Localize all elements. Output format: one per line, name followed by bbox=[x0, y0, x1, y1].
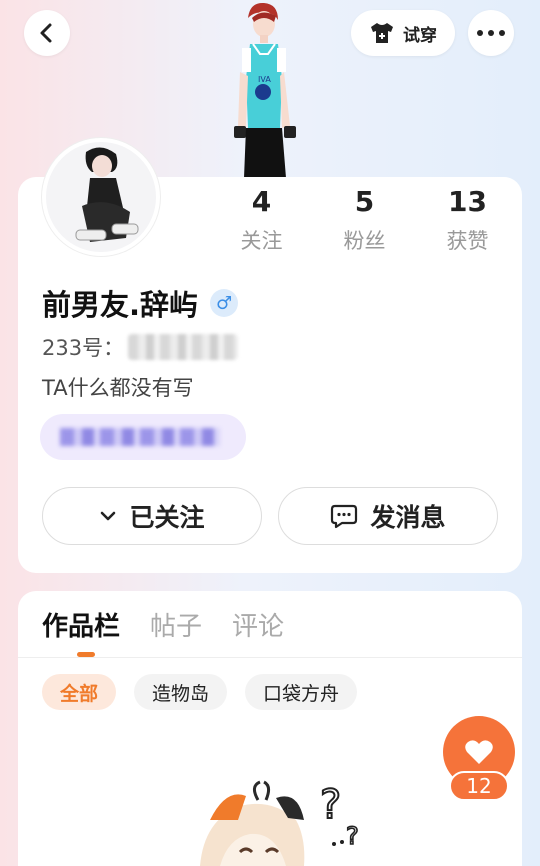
try-on-button[interactable]: 试穿 bbox=[351, 10, 455, 56]
profile-tag-blurred bbox=[60, 428, 220, 446]
chevron-down-icon bbox=[101, 511, 116, 521]
followed-label: 已关注 bbox=[129, 503, 205, 532]
stat-likes-label: 获赞 bbox=[446, 229, 489, 253]
stat-following-value: 4 bbox=[251, 185, 272, 218]
uid-row: 233号： bbox=[42, 332, 239, 362]
tab-works[interactable]: 作品栏 bbox=[42, 606, 120, 643]
tab-posts[interactable]: 帖子 bbox=[150, 606, 202, 643]
content-tabs: 作品栏 帖子 评论 bbox=[42, 606, 284, 643]
svg-text:IVA: IVA bbox=[258, 75, 271, 84]
message-button[interactable]: 发消息 bbox=[278, 487, 498, 545]
chip-pocket-ark[interactable]: 口袋方舟 bbox=[245, 674, 358, 710]
heart-icon bbox=[465, 740, 493, 764]
stat-followers[interactable]: 5 粉丝 bbox=[313, 185, 416, 255]
back-button[interactable] bbox=[24, 10, 70, 56]
male-gender-icon: ♂ bbox=[210, 289, 239, 317]
tabs-divider bbox=[18, 657, 522, 658]
mascot-illustration: ? ? bbox=[200, 780, 360, 866]
more-dots-icon bbox=[477, 30, 505, 36]
stat-followers-value: 5 bbox=[354, 185, 375, 218]
tshirt-icon bbox=[371, 23, 393, 43]
tab-comments[interactable]: 评论 bbox=[232, 606, 284, 643]
profile-tag-pill[interactable] bbox=[40, 414, 246, 460]
filter-chips: 全部 造物岛 口袋方舟 bbox=[42, 674, 358, 710]
try-on-label: 试穿 bbox=[403, 25, 437, 46]
chat-bubble-icon bbox=[331, 504, 358, 529]
stats-row: 4 关注 5 粉丝 13 获赞 bbox=[210, 185, 520, 255]
stat-following[interactable]: 4 关注 bbox=[210, 185, 313, 255]
uid-value-blurred bbox=[128, 334, 239, 360]
chip-all[interactable]: 全部 bbox=[42, 674, 117, 710]
like-count-badge: 12 bbox=[449, 771, 509, 801]
chevron-left-icon bbox=[40, 23, 52, 43]
stat-following-label: 关注 bbox=[240, 229, 283, 253]
svg-text:?: ? bbox=[346, 822, 359, 850]
svg-text:?: ? bbox=[320, 782, 341, 828]
message-label: 发消息 bbox=[370, 503, 446, 532]
uid-label: 233号： bbox=[42, 336, 125, 360]
more-button[interactable] bbox=[468, 10, 514, 56]
stat-likes-value: 13 bbox=[448, 185, 487, 218]
nickname: 前男友.辞屿 bbox=[42, 288, 199, 322]
stat-followers-label: 粉丝 bbox=[343, 229, 386, 253]
avatar[interactable] bbox=[42, 138, 160, 256]
nickname-row: 前男友.辞屿 ♂ bbox=[42, 282, 239, 324]
avatar-character-image bbox=[46, 142, 156, 252]
stat-likes[interactable]: 13 获赞 bbox=[416, 185, 519, 255]
chip-creation-island[interactable]: 造物岛 bbox=[134, 674, 228, 710]
followed-button[interactable]: 已关注 bbox=[42, 487, 262, 545]
character-figure-illustration: IVA bbox=[234, 2, 296, 178]
bio-text: TA什么都没有写 bbox=[42, 376, 194, 400]
